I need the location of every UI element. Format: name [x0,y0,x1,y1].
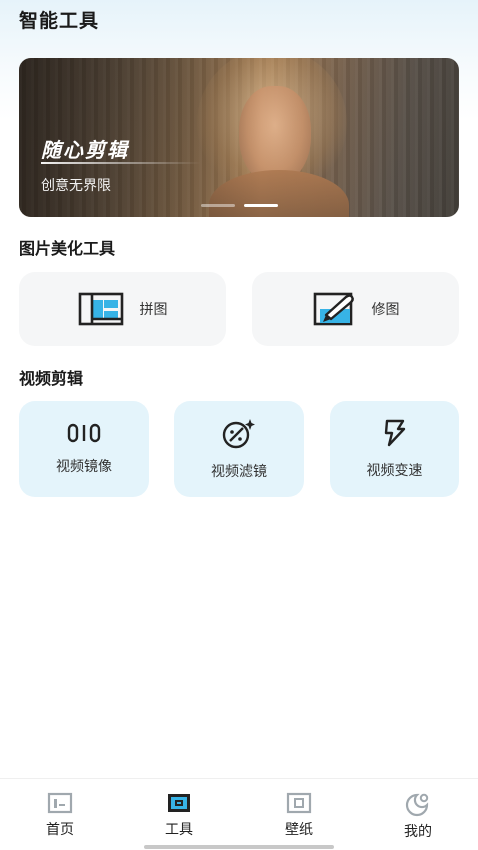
section-title-photo-tools: 图片美化工具 [19,239,116,258]
collage-label: 拼图 [139,302,168,318]
video-mirror-label: 视频镜像 [56,459,112,475]
home-indicator[interactable] [144,845,334,849]
banner-title: 随心剪辑 [41,138,129,162]
filter-icon [221,417,257,449]
nav-label-home: 首页 [46,822,74,838]
collage-button[interactable]: 拼图 [19,272,226,346]
nav-label-profile: 我的 [404,824,432,840]
video-filter-button[interactable]: 视频滤镜 [174,401,304,497]
page-title: 智能工具 [19,10,100,32]
photo-edit-label: 修图 [371,302,400,318]
video-speed-label: 视频变速 [366,463,423,479]
bottom-navigation: 首页 工具 壁纸 我的 [0,778,478,850]
nav-label-tools: 工具 [165,822,193,838]
video-filter-label: 视频滤镜 [211,464,267,480]
photo-edit-button[interactable]: 修图 [252,272,459,346]
speed-icon [381,418,409,448]
banner-subtitle: 创意无界限 [41,178,111,194]
nav-item-tools[interactable]: 工具 [139,791,219,839]
nav-label-wallpaper: 壁纸 [285,822,313,838]
banner-dot[interactable] [201,204,235,207]
banner-pagination [201,204,278,207]
wallpaper-icon [286,791,312,815]
home-icon [47,791,73,815]
tools-icon [166,791,192,815]
nav-item-home[interactable]: 首页 [20,791,100,839]
banner-dot-active[interactable] [244,204,278,207]
profile-icon [403,791,433,817]
banner-title-underline [41,162,201,164]
photo-edit-icon [312,291,356,327]
collage-icon [78,292,124,326]
video-mirror-button[interactable]: 视频镜像 [19,401,149,497]
video-speed-button[interactable]: 视频变速 [330,401,459,497]
section-title-video-tools: 视频剪辑 [19,369,84,388]
nav-item-wallpaper[interactable]: 壁纸 [259,791,339,839]
mirror-icon [67,422,101,444]
nav-item-profile[interactable]: 我的 [378,791,458,841]
promo-banner[interactable]: 随心剪辑 创意无界限 [19,58,459,217]
